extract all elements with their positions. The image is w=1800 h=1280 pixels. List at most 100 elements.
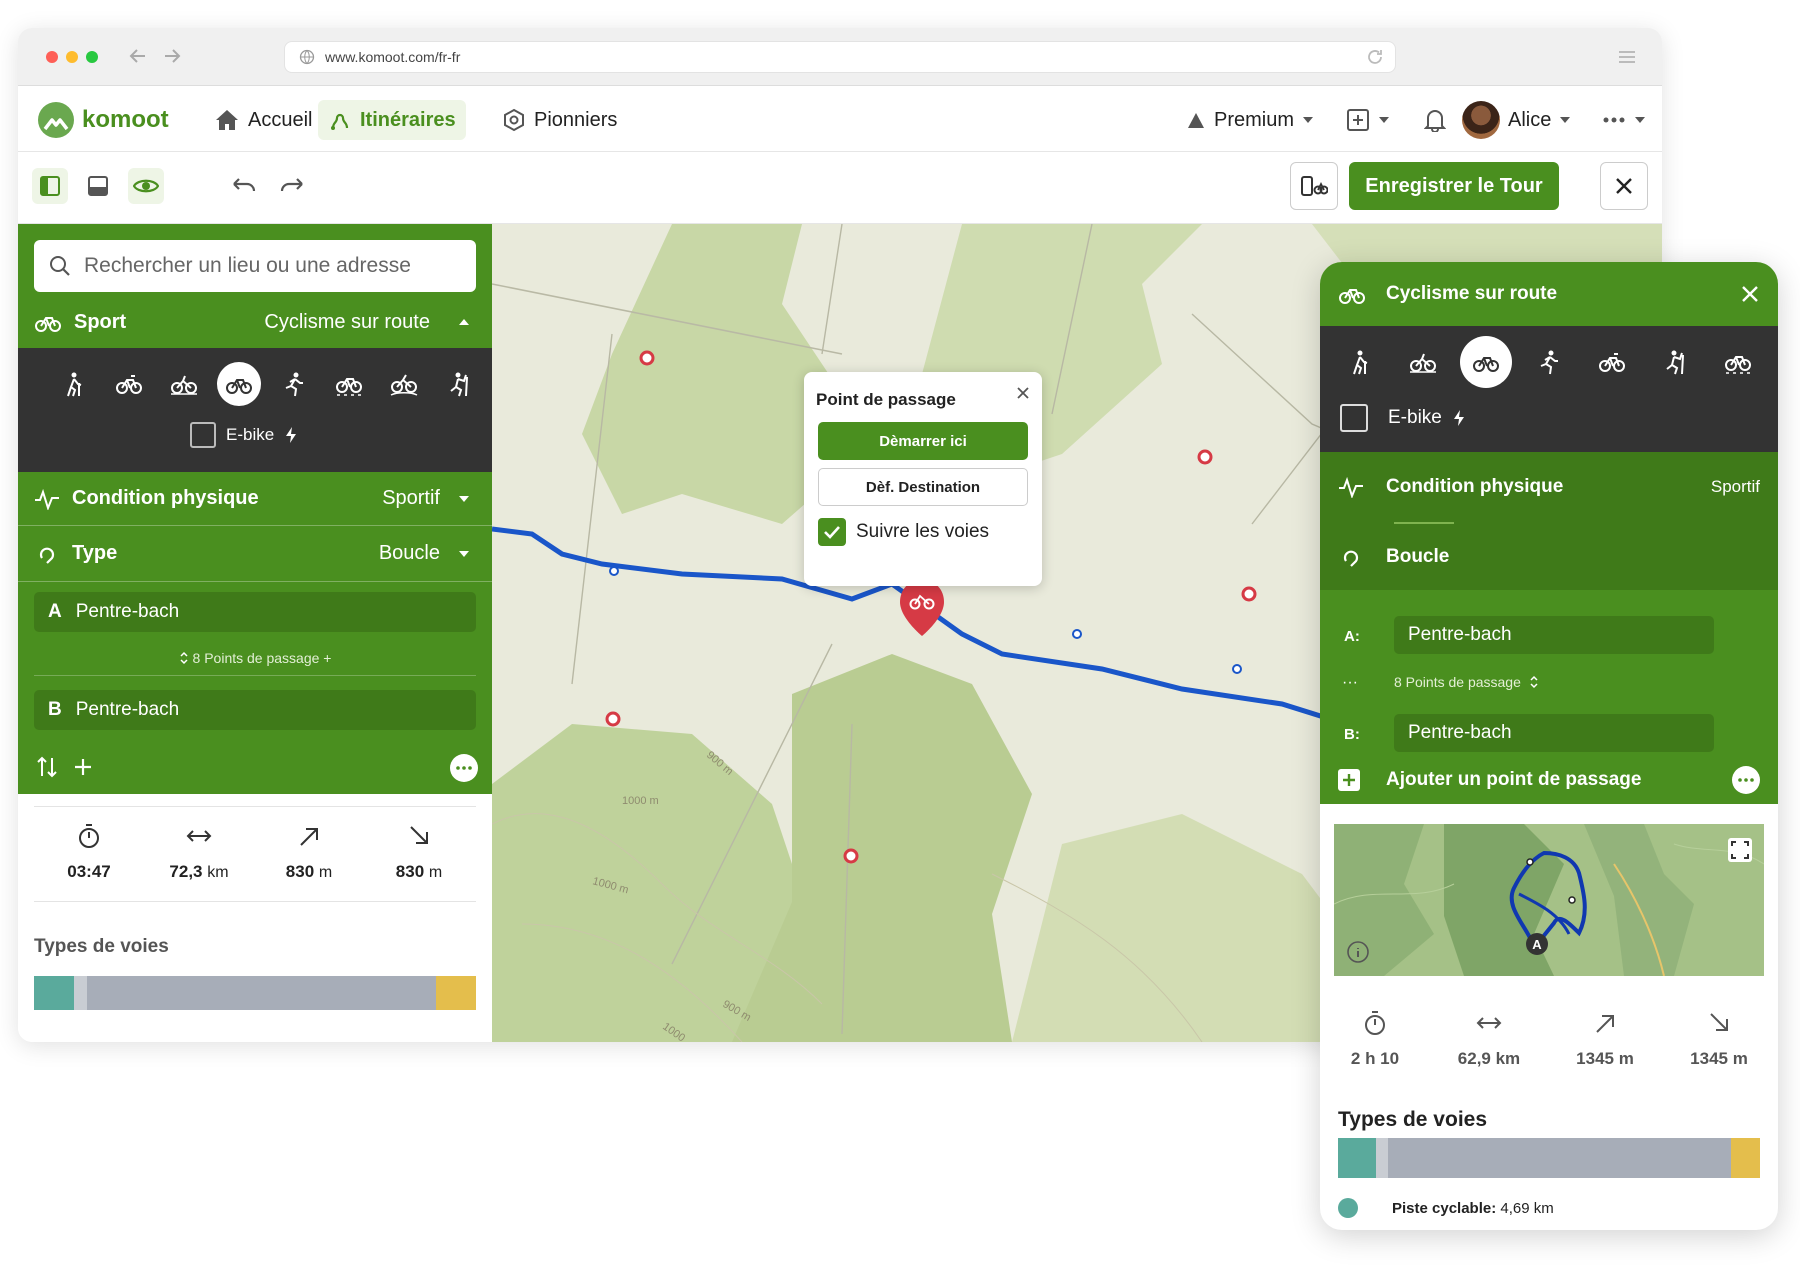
surface-segment <box>1375 1138 1389 1178</box>
ebike-checkbox[interactable] <box>190 422 216 448</box>
user-name: Alice <box>1508 108 1552 131</box>
panel-type-selector[interactable]: Boucle <box>1320 524 1778 590</box>
mobile-planner-panel: Cyclisme sur route E-bike Condition phys… <box>1320 262 1778 1230</box>
close-icon[interactable] <box>1740 284 1760 304</box>
end-point-input[interactable]: B Pentre-bach <box>34 690 476 730</box>
panel-sport-road-bike[interactable] <box>1460 336 1512 388</box>
sport-selector[interactable]: Sport Cyclisme sur route <box>18 296 492 348</box>
panel-waypoints-expander[interactable]: 8 Points de passage <box>1394 674 1539 690</box>
waypoints-expander[interactable]: 8 Points de passage + <box>34 640 476 676</box>
panel-end-input[interactable]: Pentre-bach <box>1394 714 1714 752</box>
nav-pioneers[interactable]: Pionniers <box>492 100 627 140</box>
preview-start-marker: A <box>1532 937 1542 952</box>
panel-add-waypoint[interactable]: Ajouter un point de passage <box>1320 756 1778 804</box>
hiking-icon <box>1347 349 1373 375</box>
start-point-input[interactable]: A Pentre-bach <box>34 592 476 632</box>
brand-logo[interactable]: komoot <box>28 100 179 140</box>
waypoints-label: 8 Points de passage + <box>192 649 332 666</box>
premium-menu[interactable]: Premium <box>1176 100 1324 140</box>
maximize-window-dot[interactable] <box>86 51 98 63</box>
search-input[interactable]: Rechercher un lieu ou une adresse <box>34 240 476 292</box>
more-menu[interactable] <box>1592 100 1656 140</box>
sport-bike[interactable] <box>107 362 151 406</box>
more-options-icon[interactable] <box>450 754 478 782</box>
panel-fitness-label: Condition physique <box>1386 476 1564 497</box>
visibility-button[interactable] <box>128 168 164 204</box>
panel-ebike-toggle[interactable]: E-bike <box>1340 404 1466 432</box>
sport-hiking[interactable] <box>52 362 96 406</box>
bottom-layout-button[interactable] <box>80 168 116 204</box>
back-arrow-icon[interactable] <box>126 44 150 68</box>
running-icon <box>281 371 307 397</box>
bike-icon <box>1598 351 1626 373</box>
mountain-bike-icon <box>170 372 198 396</box>
panel-sport-gravel[interactable] <box>1712 336 1764 388</box>
panel-sport-running[interactable] <box>1523 336 1575 388</box>
stat-distance-value: 72,3 <box>169 862 203 881</box>
fitness-label: Condition physique <box>72 487 259 509</box>
sport-gravel[interactable] <box>327 362 371 406</box>
user-menu[interactable]: Alice <box>1452 100 1581 140</box>
more-options-icon[interactable] <box>1732 766 1760 794</box>
panel-map-preview[interactable]: A <box>1334 824 1764 976</box>
follow-roads-toggle[interactable]: Suivre les voies <box>818 518 989 546</box>
address-bar[interactable]: www.komoot.com/fr-fr <box>284 41 1396 73</box>
panel-sport-header[interactable]: Cyclisme sur route <box>1320 262 1778 326</box>
forward-arrow-icon[interactable] <box>160 44 184 68</box>
sport-mtb[interactable] <box>162 362 206 406</box>
sport-running[interactable] <box>272 362 316 406</box>
follow-roads-checkbox[interactable] <box>818 518 846 546</box>
add-icon[interactable] <box>72 756 94 778</box>
distance-arrows-icon <box>185 823 213 849</box>
set-destination-button[interactable]: Dèf. Destination <box>818 468 1028 506</box>
fitness-selector[interactable]: Condition physique Sportif <box>18 472 492 526</box>
legend-label: Piste cyclable: <box>1392 1199 1497 1217</box>
redo-button[interactable] <box>274 168 310 204</box>
close-window-dot[interactable] <box>46 51 58 63</box>
ebike-toggle[interactable]: E-bike <box>190 422 298 448</box>
sport-road-bike[interactable] <box>217 362 261 406</box>
route-icon <box>328 108 352 132</box>
notifications-button[interactable] <box>1414 100 1456 140</box>
start-here-button[interactable]: Dèmarrer ici <box>818 422 1028 460</box>
stat-distance: 72,3 km <box>144 823 254 882</box>
close-icon[interactable] <box>1016 386 1030 400</box>
panel-sport-mtb[interactable] <box>1397 336 1449 388</box>
panel-start-input[interactable]: Pentre-bach <box>1394 616 1714 654</box>
surfaces-bar <box>34 976 476 1010</box>
browser-menu-icon[interactable] <box>1616 46 1638 68</box>
panel-fitness-selector[interactable]: Condition physique Sportif <box>1320 452 1778 522</box>
panel-stat-ascent-value: 1345 m <box>1576 1049 1634 1068</box>
device-sync-button[interactable] <box>1290 162 1338 210</box>
nav-home[interactable]: Accueil <box>204 100 322 140</box>
stopwatch-icon <box>77 823 101 849</box>
sidebar-layout-button[interactable] <box>32 168 68 204</box>
surface-segment <box>73 976 88 1010</box>
reload-icon[interactable] <box>1365 47 1385 67</box>
loop-icon <box>1338 547 1364 567</box>
sport-mountaineering[interactable] <box>437 362 481 406</box>
contour-label: 1000 m <box>622 795 659 807</box>
surfaces-title: Types de voies <box>34 936 169 957</box>
sport-enduro[interactable] <box>382 362 426 406</box>
more-dots-icon <box>1602 116 1626 124</box>
running-icon <box>1536 349 1562 375</box>
panel-sport-bike[interactable] <box>1586 336 1638 388</box>
swap-direction-icon[interactable] <box>36 754 58 780</box>
nav-routes[interactable]: Itinéraires <box>318 100 466 140</box>
type-value: Boucle <box>378 542 440 564</box>
arrow-up-right-icon <box>1593 1010 1617 1036</box>
close-planner-button[interactable] <box>1600 162 1648 210</box>
globe-icon <box>299 49 315 65</box>
panel-sport-hiking[interactable] <box>1334 336 1386 388</box>
panel-sport-mountaineering[interactable] <box>1649 336 1701 388</box>
save-tour-button[interactable]: Enregistrer le Tour <box>1349 162 1559 210</box>
create-menu[interactable] <box>1336 100 1400 140</box>
type-selector[interactable]: Type Boucle <box>18 526 492 582</box>
panel-ebike-checkbox[interactable] <box>1340 404 1368 432</box>
lightning-icon <box>284 426 298 444</box>
undo-button[interactable] <box>226 168 262 204</box>
stat-ascent: 830 m <box>254 823 364 882</box>
minimize-window-dot[interactable] <box>66 51 78 63</box>
device-bike-icon <box>1300 174 1328 198</box>
